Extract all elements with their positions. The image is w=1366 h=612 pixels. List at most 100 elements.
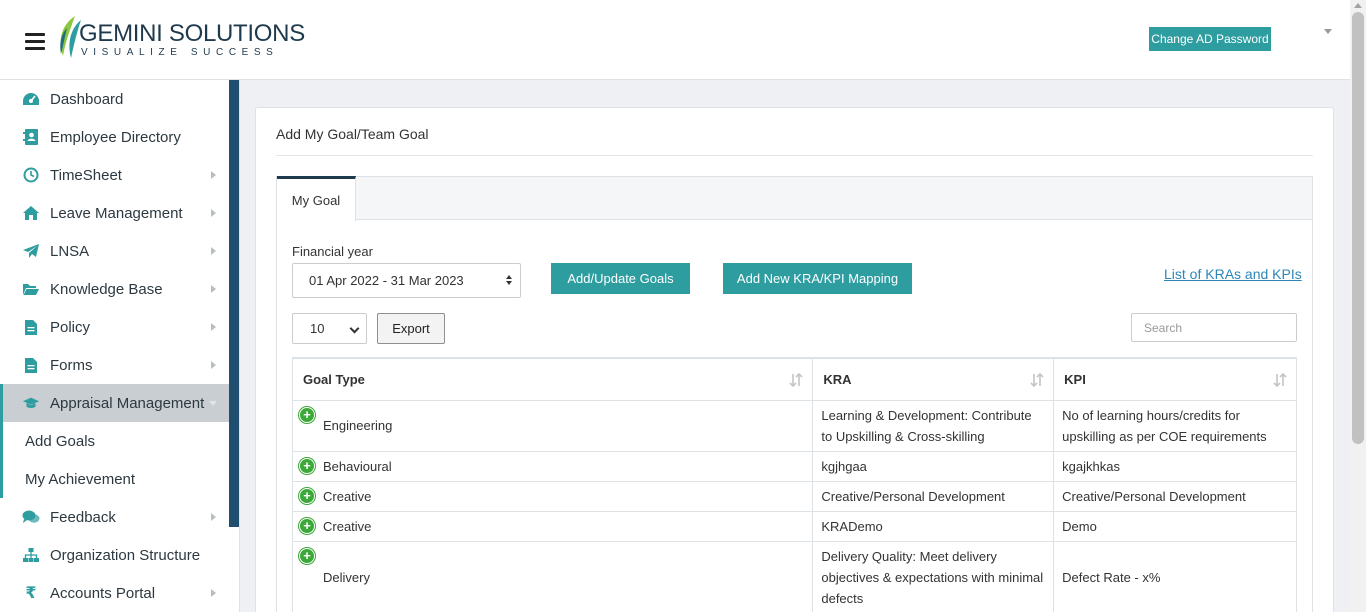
sidebar-item-label: Appraisal Management <box>50 394 205 412</box>
page-scrollbar[interactable] <box>1350 0 1366 612</box>
form-icon <box>22 356 40 374</box>
address-book-icon <box>22 128 40 146</box>
select-spinner-icon <box>506 275 512 285</box>
sidebar-item-label: Knowledge Base <box>50 280 163 298</box>
sidebar-item-label: Accounts Portal <box>50 584 156 602</box>
clock-icon <box>22 166 40 184</box>
financial-year-select[interactable]: 01 Apr 2022 - 31 Mar 2023 <box>292 263 521 298</box>
goal-type-cell: + Engineering <box>291 399 814 452</box>
kpi-cell: Demo <box>1053 510 1297 542</box>
home-icon <box>22 204 40 222</box>
sidebar-item-policy[interactable]: Policy <box>0 308 229 346</box>
chevron-right-icon <box>211 209 216 217</box>
export-button[interactable]: Export <box>377 313 445 344</box>
comments-icon <box>22 508 40 526</box>
financial-year-label: Financial year <box>292 244 373 259</box>
sidebar-item-leave-management[interactable]: Leave Management <box>0 194 229 232</box>
kpi-cell: Creative/Personal Development <box>1053 480 1297 512</box>
sidebar-item-label: Dashboard <box>50 90 124 108</box>
change-ad-password-button[interactable]: Change AD Password <box>1149 27 1271 51</box>
goal-panel: Add My Goal/Team Goal My Goal Financial … <box>255 107 1334 612</box>
sort-icon <box>1273 373 1287 387</box>
chevron-right-icon <box>211 171 216 179</box>
paper-plane-icon <box>22 242 40 260</box>
sidebar-item-dashboard[interactable]: Dashboard <box>0 80 229 118</box>
sidebar-item-label: Organization Structure <box>50 546 201 564</box>
kra-cell: Delivery Quality: Meet delivery objectiv… <box>812 540 1055 612</box>
page-scrollbar-thumb[interactable] <box>1352 12 1364 444</box>
kpi-cell: Defect Rate - x% <box>1053 540 1297 612</box>
sidebar-item-accounts-portal[interactable]: ₹ Accounts Portal <box>0 574 229 612</box>
sidebar-item-label: TimeSheet <box>50 166 122 184</box>
sidebar-item-label: Employee Directory <box>50 128 181 146</box>
user-menu-caret-icon[interactable] <box>1324 29 1332 34</box>
chevron-down-icon <box>349 323 360 334</box>
table-row: + Creative Creative/Personal Development… <box>291 480 1297 512</box>
table-row: + Engineering Learning & Development: Co… <box>291 399 1297 452</box>
sidebar-item-lnsa[interactable]: LNSA <box>0 232 229 270</box>
kra-cell: KRADemo <box>812 510 1055 542</box>
goal-type-cell: + Creative <box>291 510 814 542</box>
graduation-cap-icon <box>22 394 40 412</box>
tab-bar: My Goal <box>276 176 1313 221</box>
chevron-right-icon <box>211 285 216 293</box>
table-row: + Delivery Delivery Quality: Meet delive… <box>291 540 1297 612</box>
tab-my-goal[interactable]: My Goal <box>277 176 356 221</box>
sidebar: Dashboard Employee Directory TimeSheet L… <box>0 80 240 612</box>
sidebar-subitem-add-goals[interactable]: Add Goals <box>0 422 229 460</box>
sidebar-subitem-my-achievement[interactable]: My Achievement <box>0 460 229 498</box>
sidebar-item-feedback[interactable]: Feedback <box>0 498 229 536</box>
add-update-goals-button[interactable]: Add/Update Goals <box>551 263 690 294</box>
sitemap-icon <box>22 546 40 564</box>
expand-row-plus-icon[interactable]: + <box>299 517 315 534</box>
column-header-goal-type[interactable]: Goal Type <box>291 357 814 401</box>
company-logo[interactable]: GEMINI SOLUTIONS VISUALIZE SUCCESS <box>55 14 305 64</box>
chevron-right-icon <box>211 589 216 597</box>
expand-row-plus-icon[interactable]: + <box>299 547 315 564</box>
sidebar-item-organization-structure[interactable]: Organization Structure <box>0 536 229 574</box>
search-input[interactable] <box>1131 313 1297 342</box>
dashboard-icon <box>22 90 40 108</box>
document-icon <box>22 318 40 336</box>
goal-type-cell: + Creative <box>291 480 814 512</box>
expand-row-plus-icon[interactable]: + <box>299 406 315 423</box>
column-header-kra[interactable]: KRA <box>812 357 1055 401</box>
sidebar-item-label: Forms <box>50 356 93 374</box>
add-kra-kpi-mapping-button[interactable]: Add New KRA/KPI Mapping <box>723 263 912 294</box>
expand-row-plus-icon[interactable]: + <box>299 487 315 504</box>
kra-cell: Learning & Development: Contribute to Up… <box>812 399 1055 452</box>
chevron-right-icon <box>211 323 216 331</box>
folder-open-icon <box>22 280 40 298</box>
table-row: + Creative KRADemo Demo <box>291 510 1297 542</box>
chevron-right-icon <box>211 361 216 369</box>
sidebar-item-timesheet[interactable]: TimeSheet <box>0 156 229 194</box>
kra-cell: kgjhgaa <box>812 450 1055 482</box>
logo-tagline: VISUALIZE SUCCESS <box>81 47 279 58</box>
sidebar-item-forms[interactable]: Forms <box>0 346 229 384</box>
table-row: + Behavioural kgjhgaa kgajkhkas <box>291 450 1297 482</box>
kpi-cell: kgajkhkas <box>1053 450 1297 482</box>
rupee-icon: ₹ <box>25 585 37 602</box>
goals-table: Goal Type KRA KPI + Engineering Learning… <box>291 357 1297 612</box>
expand-row-plus-icon[interactable]: + <box>299 457 315 474</box>
page-title: Add My Goal/Team Goal <box>276 126 429 142</box>
chevron-right-icon <box>211 513 216 521</box>
list-kras-kpis-link[interactable]: List of KRAs and KPIs <box>1164 266 1302 282</box>
scroll-up-arrow-icon[interactable] <box>1354 3 1362 8</box>
logo-name: GEMINI SOLUTIONS <box>79 20 305 47</box>
page-length-select[interactable]: 10 <box>292 313 367 344</box>
sidebar-item-employee-directory[interactable]: Employee Directory <box>0 118 229 156</box>
goal-type-cell: + Delivery <box>291 540 814 612</box>
chevron-right-icon <box>211 247 216 255</box>
sidebar-item-appraisal-management[interactable]: Appraisal Management <box>0 384 229 422</box>
title-divider <box>276 155 1313 156</box>
sidebar-item-knowledge-base[interactable]: Knowledge Base <box>0 270 229 308</box>
column-header-kpi[interactable]: KPI <box>1053 357 1297 401</box>
table-header-row: Goal Type KRA KPI <box>291 357 1297 401</box>
hamburger-menu-icon[interactable] <box>25 33 45 50</box>
sidebar-item-label: LNSA <box>50 242 90 260</box>
top-header: GEMINI SOLUTIONS VISUALIZE SUCCESS Chang… <box>0 0 1350 80</box>
goal-type-cell: + Behavioural <box>291 450 814 482</box>
sidebar-scrollbar[interactable] <box>229 80 239 527</box>
kra-cell: Creative/Personal Development <box>812 480 1055 512</box>
